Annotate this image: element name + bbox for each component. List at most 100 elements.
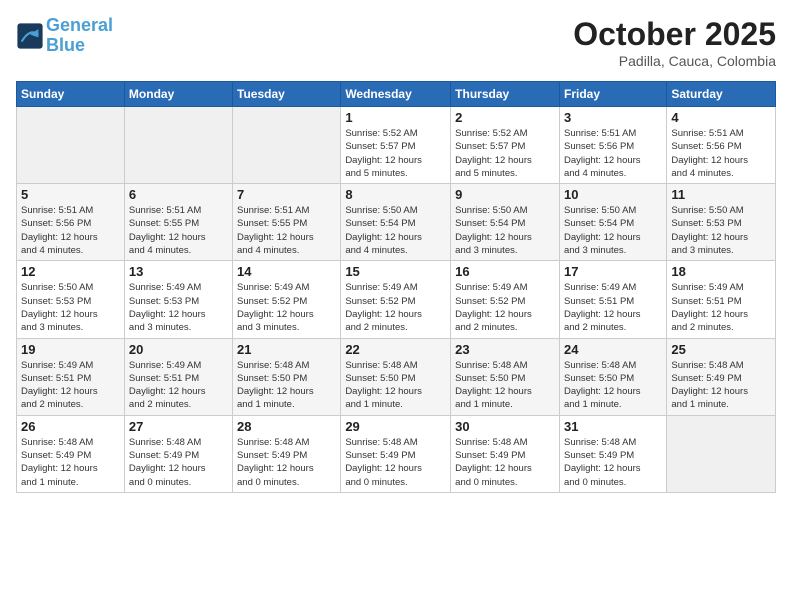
day-number: 6 (129, 187, 228, 202)
day-info: Sunrise: 5:51 AM Sunset: 5:55 PM Dayligh… (237, 204, 336, 257)
day-info: Sunrise: 5:50 AM Sunset: 5:53 PM Dayligh… (671, 204, 771, 257)
day-number: 21 (237, 342, 336, 357)
calendar-week-3: 12Sunrise: 5:50 AM Sunset: 5:53 PM Dayli… (17, 261, 776, 338)
day-number: 11 (671, 187, 771, 202)
weekday-header-friday: Friday (559, 82, 666, 107)
calendar-cell (124, 107, 232, 184)
location: Padilla, Cauca, Colombia (573, 53, 776, 69)
day-number: 26 (21, 419, 120, 434)
day-number: 23 (455, 342, 555, 357)
calendar-cell: 31 Sunrise: 5:48 AM Sunset: 5:49 PM Dayli… (559, 415, 666, 492)
day-info: Sunrise: 5:50 AM Sunset: 5:54 PM Dayligh… (564, 204, 662, 257)
day-info: Sunrise: 5:49 AM Sunset: 5:51 PM Dayligh… (21, 359, 120, 412)
calendar-cell: 18 Sunrise: 5:49 AM Sunset: 5:51 PM Dayli… (667, 261, 776, 338)
day-info: Sunrise: 5:49 AM Sunset: 5:52 PM Dayligh… (455, 281, 555, 334)
calendar-cell: 14 Sunrise: 5:49 AM Sunset: 5:52 PM Dayli… (233, 261, 341, 338)
day-info: Sunrise: 5:50 AM Sunset: 5:54 PM Dayligh… (455, 204, 555, 257)
day-number: 7 (237, 187, 336, 202)
day-number: 29 (345, 419, 446, 434)
calendar-cell: 26 Sunrise: 5:48 AM Sunset: 5:49 PM Dayli… (17, 415, 125, 492)
calendar-cell: 3Sunrise: 5:51 AM Sunset: 5:56 PM Daylig… (559, 107, 666, 184)
day-number: 31 (564, 419, 662, 434)
weekday-header-sunday: Sunday (17, 82, 125, 107)
calendar-week-1: 1 Sunrise: 5:52 AM Sunset: 5:57 PM Daylig… (17, 107, 776, 184)
day-number: 4 (671, 110, 771, 125)
day-info: Sunrise: 5:48 AM Sunset: 5:49 PM Dayligh… (129, 436, 228, 489)
day-info: Sunrise: 5:48 AM Sunset: 5:49 PM Dayligh… (564, 436, 662, 489)
calendar-cell (17, 107, 125, 184)
calendar-cell: 5 Sunrise: 5:51 AM Sunset: 5:56 PM Daylig… (17, 184, 125, 261)
day-number: 2 (455, 110, 555, 125)
calendar-cell: 27 Sunrise: 5:48 AM Sunset: 5:49 PM Dayli… (124, 415, 232, 492)
day-number: 9 (455, 187, 555, 202)
day-info: Sunrise: 5:48 AM Sunset: 5:49 PM Dayligh… (455, 436, 555, 489)
calendar-cell: 29 Sunrise: 5:48 AM Sunset: 5:49 PM Dayli… (341, 415, 451, 492)
day-info: Sunrise: 5:49 AM Sunset: 5:52 PM Dayligh… (237, 281, 336, 334)
day-info: Sunrise: 5:48 AM Sunset: 5:50 PM Dayligh… (345, 359, 446, 412)
day-info: Sunrise: 5:48 AM Sunset: 5:50 PM Dayligh… (455, 359, 555, 412)
day-number: 18 (671, 264, 771, 279)
day-number: 20 (129, 342, 228, 357)
calendar-cell: 4 Sunrise: 5:51 AM Sunset: 5:56 PM Daylig… (667, 107, 776, 184)
logo-text: General Blue (46, 16, 113, 56)
logo-icon (16, 22, 44, 50)
day-number: 15 (345, 264, 446, 279)
day-info: Sunrise: 5:52 AM Sunset: 5:57 PM Dayligh… (455, 127, 555, 180)
day-info: Sunrise: 5:48 AM Sunset: 5:49 PM Dayligh… (671, 359, 771, 412)
day-number: 12 (21, 264, 120, 279)
calendar-cell: 24 Sunrise: 5:48 AM Sunset: 5:50 PM Dayli… (559, 338, 666, 415)
day-info: Sunrise: 5:50 AM Sunset: 5:54 PM Dayligh… (345, 204, 446, 257)
day-info: Sunrise: 5:49 AM Sunset: 5:51 PM Dayligh… (129, 359, 228, 412)
weekday-header-saturday: Saturday (667, 82, 776, 107)
day-number: 24 (564, 342, 662, 357)
calendar-week-4: 19 Sunrise: 5:49 AM Sunset: 5:51 PM Dayli… (17, 338, 776, 415)
day-info: Sunrise: 5:48 AM Sunset: 5:50 PM Dayligh… (564, 359, 662, 412)
calendar-cell: 25 Sunrise: 5:48 AM Sunset: 5:49 PM Dayli… (667, 338, 776, 415)
calendar-cell: 16 Sunrise: 5:49 AM Sunset: 5:52 PM Dayli… (451, 261, 560, 338)
calendar-week-2: 5 Sunrise: 5:51 AM Sunset: 5:56 PM Daylig… (17, 184, 776, 261)
calendar-week-5: 26 Sunrise: 5:48 AM Sunset: 5:49 PM Dayli… (17, 415, 776, 492)
day-number: 16 (455, 264, 555, 279)
weekday-header-tuesday: Tuesday (233, 82, 341, 107)
day-info: Sunrise: 5:51 AM Sunset: 5:56 PM Dayligh… (564, 127, 662, 180)
day-info: Sunrise: 5:48 AM Sunset: 5:49 PM Dayligh… (21, 436, 120, 489)
day-info: Sunrise: 5:51 AM Sunset: 5:56 PM Dayligh… (671, 127, 771, 180)
day-number: 8 (345, 187, 446, 202)
day-number: 25 (671, 342, 771, 357)
calendar-cell: 9 Sunrise: 5:50 AM Sunset: 5:54 PM Daylig… (451, 184, 560, 261)
day-info: Sunrise: 5:52 AM Sunset: 5:57 PM Dayligh… (345, 127, 446, 180)
calendar-cell: 1 Sunrise: 5:52 AM Sunset: 5:57 PM Daylig… (341, 107, 451, 184)
day-number: 27 (129, 419, 228, 434)
day-info: Sunrise: 5:48 AM Sunset: 5:49 PM Dayligh… (237, 436, 336, 489)
day-info: Sunrise: 5:49 AM Sunset: 5:51 PM Dayligh… (564, 281, 662, 334)
day-info: Sunrise: 5:51 AM Sunset: 5:55 PM Dayligh… (129, 204, 228, 257)
calendar-cell (667, 415, 776, 492)
page-header: General Blue October 2025 Padilla, Cauca… (16, 16, 776, 69)
day-info: Sunrise: 5:49 AM Sunset: 5:53 PM Dayligh… (129, 281, 228, 334)
day-number: 1 (345, 110, 446, 125)
calendar-cell: 11 Sunrise: 5:50 AM Sunset: 5:53 PM Dayli… (667, 184, 776, 261)
calendar-cell: 23 Sunrise: 5:48 AM Sunset: 5:50 PM Dayli… (451, 338, 560, 415)
calendar-cell: 20 Sunrise: 5:49 AM Sunset: 5:51 PM Dayli… (124, 338, 232, 415)
calendar-cell: 2 Sunrise: 5:52 AM Sunset: 5:57 PM Daylig… (451, 107, 560, 184)
day-number: 14 (237, 264, 336, 279)
day-info: Sunrise: 5:48 AM Sunset: 5:49 PM Dayligh… (345, 436, 446, 489)
calendar-cell: 30Sunrise: 5:48 AM Sunset: 5:49 PM Dayli… (451, 415, 560, 492)
day-info: Sunrise: 5:49 AM Sunset: 5:52 PM Dayligh… (345, 281, 446, 334)
calendar-cell: 6 Sunrise: 5:51 AM Sunset: 5:55 PM Daylig… (124, 184, 232, 261)
logo: General Blue (16, 16, 113, 56)
day-info: Sunrise: 5:51 AM Sunset: 5:56 PM Dayligh… (21, 204, 120, 257)
day-number: 22 (345, 342, 446, 357)
calendar-table: SundayMondayTuesdayWednesdayThursdayFrid… (16, 81, 776, 493)
weekday-header-thursday: Thursday (451, 82, 560, 107)
day-number: 19 (21, 342, 120, 357)
weekday-header-monday: Monday (124, 82, 232, 107)
day-number: 5 (21, 187, 120, 202)
day-number: 17 (564, 264, 662, 279)
calendar-cell: 21 Sunrise: 5:48 AM Sunset: 5:50 PM Dayli… (233, 338, 341, 415)
day-info: Sunrise: 5:48 AM Sunset: 5:50 PM Dayligh… (237, 359, 336, 412)
calendar-cell (233, 107, 341, 184)
day-info: Sunrise: 5:49 AM Sunset: 5:51 PM Dayligh… (671, 281, 771, 334)
month-title: October 2025 (573, 16, 776, 53)
calendar-cell: 22 Sunrise: 5:48 AM Sunset: 5:50 PM Dayli… (341, 338, 451, 415)
